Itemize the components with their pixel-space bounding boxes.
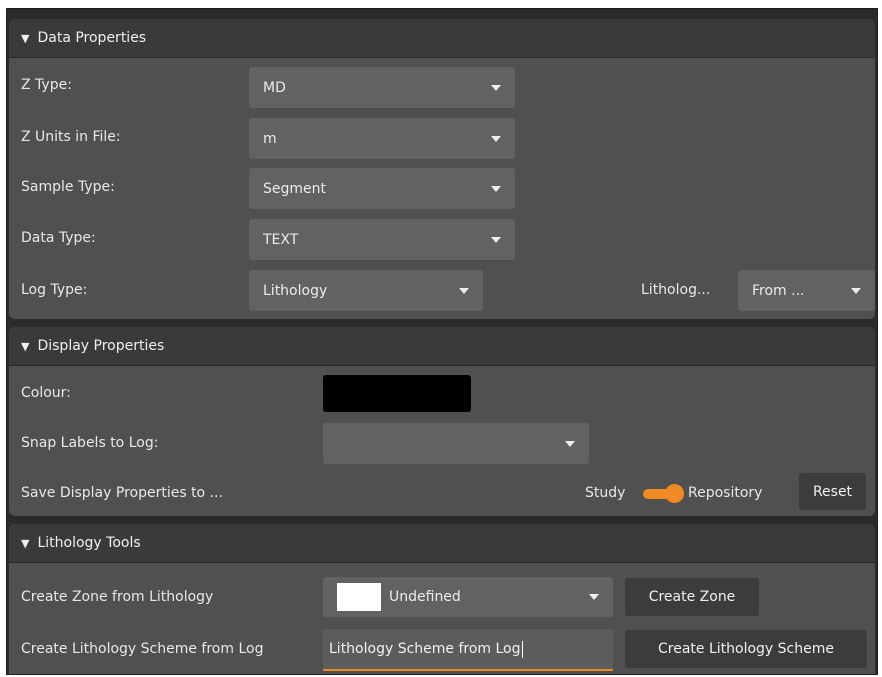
lithology-zone-value: Undefined	[389, 589, 461, 605]
z-type-dropdown[interactable]: MD	[249, 67, 515, 108]
data-type-dropdown[interactable]: TEXT	[249, 219, 515, 260]
lithology-dropdown[interactable]: From ...	[738, 270, 875, 311]
lithology-zone-dropdown[interactable]: Undefined	[323, 577, 613, 617]
chevron-down-icon	[491, 84, 501, 91]
z-units-value: m	[263, 130, 277, 147]
data-type-label: Data Type:	[21, 230, 96, 246]
properties-window: ▼ Data Properties Z Type: MD Z Units in …	[6, 8, 878, 675]
log-type-dropdown[interactable]: Lithology	[249, 270, 483, 311]
create-scheme-label: Create Lithology Scheme from Log	[21, 641, 264, 657]
create-zone-label: Create Zone from Lithology	[21, 589, 214, 605]
toggle-knob	[665, 484, 684, 503]
chevron-down-icon	[491, 185, 501, 192]
snap-labels-dropdown[interactable]	[323, 423, 589, 464]
data-properties-header[interactable]: ▼ Data Properties	[9, 19, 875, 58]
display-properties-header[interactable]: ▼ Display Properties	[9, 327, 875, 366]
collapse-triangle-icon[interactable]: ▼	[21, 340, 29, 353]
z-type-label: Z Type:	[21, 77, 72, 93]
repository-option-label: Repository	[688, 485, 763, 501]
sample-type-value: Segment	[263, 180, 326, 197]
text-cursor	[521, 640, 523, 658]
colour-label: Colour:	[21, 385, 71, 401]
reset-button[interactable]: Reset	[799, 473, 866, 510]
collapse-triangle-icon[interactable]: ▼	[21, 537, 29, 550]
sample-type-dropdown[interactable]: Segment	[249, 168, 515, 209]
data-properties-panel: ▼ Data Properties Z Type: MD Z Units in …	[9, 19, 875, 319]
scheme-name-value: Lithology Scheme from Log	[329, 641, 521, 657]
data-properties-title: Data Properties	[37, 30, 147, 46]
log-type-label: Log Type:	[21, 282, 88, 298]
z-type-value: MD	[263, 79, 286, 96]
lithology-tools-panel: ▼ Lithology Tools Create Zone from Litho…	[9, 524, 875, 674]
create-lithology-scheme-button[interactable]: Create Lithology Scheme	[625, 630, 867, 668]
z-units-label: Z Units in File:	[21, 129, 121, 145]
lithology-value: From ...	[752, 282, 805, 299]
scheme-name-input[interactable]: Lithology Scheme from Log	[323, 629, 613, 671]
colour-swatch[interactable]	[323, 375, 471, 412]
create-zone-button[interactable]: Create Zone	[625, 578, 759, 616]
snap-labels-label: Snap Labels to Log:	[21, 435, 159, 451]
chevron-down-icon	[851, 287, 861, 294]
lithology-label: Litholog...	[641, 282, 711, 298]
study-repository-toggle[interactable]	[641, 484, 685, 503]
log-type-value: Lithology	[263, 282, 328, 299]
sample-type-label: Sample Type:	[21, 179, 115, 195]
chevron-down-icon	[459, 287, 469, 294]
z-units-dropdown[interactable]: m	[249, 118, 515, 159]
collapse-triangle-icon[interactable]: ▼	[21, 32, 29, 45]
chevron-down-icon	[589, 594, 599, 600]
chevron-down-icon	[491, 236, 501, 243]
study-option-label: Study	[585, 485, 626, 501]
chevron-down-icon	[491, 135, 501, 142]
display-properties-title: Display Properties	[37, 338, 165, 354]
lithology-tools-header[interactable]: ▼ Lithology Tools	[9, 524, 875, 563]
lithology-color-swatch	[337, 583, 381, 611]
data-type-value: TEXT	[263, 231, 299, 248]
chevron-down-icon	[565, 440, 575, 447]
display-properties-panel: ▼ Display Properties Colour: Snap Labels…	[9, 327, 875, 516]
lithology-tools-title: Lithology Tools	[37, 535, 141, 551]
save-display-label: Save Display Properties to ...	[21, 485, 223, 501]
